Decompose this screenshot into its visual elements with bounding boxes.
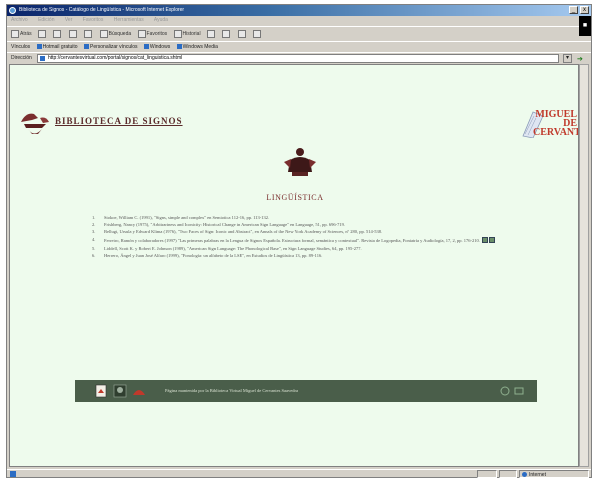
discuss-icon (253, 29, 262, 38)
cervantes-logo-text: MIGUEL DE CERVANTES (533, 109, 578, 138)
go-arrow-icon[interactable]: ➔ (577, 55, 583, 63)
refresh-button[interactable] (68, 27, 78, 41)
ie-page-icon (10, 471, 16, 477)
minimize-button[interactable]: _ (569, 6, 578, 14)
windows-logo-icon: ■ (579, 16, 591, 36)
history-button[interactable]: Historial (173, 27, 201, 41)
ie-page-icon (36, 44, 42, 50)
search-icon (99, 29, 108, 38)
home-button[interactable] (84, 27, 93, 41)
edit-icon (237, 29, 246, 38)
zoom-icon[interactable] (481, 236, 488, 243)
signs-hands-logo-icon[interactable] (18, 106, 52, 140)
forward-arrow-icon (38, 29, 47, 38)
page-icon (40, 56, 45, 61)
home-icon[interactable] (500, 386, 510, 396)
section-title: LINGÜÍSTICA (266, 193, 324, 202)
reference-text[interactable]: Bellugi, Ursula y Edward Klima (1976), "… (104, 229, 382, 234)
mail-icon[interactable] (514, 386, 524, 396)
history-icon (173, 29, 182, 38)
document-icon[interactable] (488, 236, 495, 243)
ie-page-icon (143, 44, 149, 50)
link-personalizar[interactable]: Personalizar vínculos (83, 42, 138, 52)
home-icon (84, 29, 93, 38)
reference-text[interactable]: Ferreiro, Ramón y colaboradores (1997) "… (104, 238, 480, 243)
list-item: 3. Bellugi, Ursula y Edward Klima (1976),… (92, 229, 383, 235)
footer-bar: Página mantenida por la Biblioteca Virtu… (75, 380, 537, 402)
cervantes-logo[interactable]: MIGUEL DE CERVANTES (521, 106, 578, 140)
security-zone: Internet (519, 470, 589, 478)
menu-herramientas[interactable]: Herramientas (114, 17, 144, 23)
status-bar: Internet (7, 469, 591, 478)
page-content: BIBLIOTECA DE SIGNOS MIGUEL DE CERVANTES… (9, 64, 579, 467)
mail-icon (206, 29, 215, 38)
status-segment (499, 470, 517, 478)
window-title: Biblioteca de Signos - Catálogo de Lingü… (19, 7, 185, 13)
forward-button[interactable] (38, 27, 47, 41)
signing-figure-icon (284, 148, 316, 176)
ie-icon (9, 7, 16, 14)
document-icon[interactable] (94, 384, 108, 398)
links-label: Vínculos (11, 44, 31, 50)
list-item: 5. Liddell, Scott K. y Robert E. Johnson … (92, 245, 362, 251)
close-button[interactable]: x (580, 6, 589, 14)
list-item: 2. Frishberg, Nancy (1975), "Arbitrarines… (92, 222, 346, 228)
edit-button[interactable] (237, 27, 247, 41)
site-title-link[interactable]: BIBLIOTECA DE SIGNOS (55, 116, 183, 126)
reference-text[interactable]: Liddell, Scott K. y Robert E. Johnson (1… (104, 246, 362, 251)
link-windows[interactable]: Windows (143, 42, 170, 52)
stop-button[interactable] (53, 27, 62, 41)
reference-text[interactable]: Frishberg, Nancy (1975), "Arbitrariness … (104, 222, 345, 227)
print-icon (222, 29, 231, 38)
address-bar: Dirección http://cervantesvirtual.com/po… (7, 52, 591, 63)
mail-button[interactable] (206, 27, 216, 41)
address-label: Dirección (11, 55, 32, 61)
standard-toolbar: Atrás Búsqueda Favoritos Historial (7, 26, 579, 40)
list-item: 4. Ferreiro, Ramón y colaboradores (1997)… (92, 236, 532, 245)
back-arrow-icon (11, 29, 19, 38)
star-icon (137, 29, 146, 38)
stop-icon (53, 29, 62, 38)
reference-text[interactable]: Herrero, Ángel y Juan José Alfaro (1999)… (104, 253, 322, 258)
address-input[interactable]: http://cervantesvirtual.com/portal/signo… (37, 54, 559, 63)
link-windows-media[interactable]: Windows Media (176, 42, 218, 52)
menu-archivo[interactable]: Archivo (11, 17, 28, 23)
status-segment (477, 470, 497, 478)
menu-edicion[interactable]: Edición (38, 17, 54, 23)
back-button[interactable]: Atrás (11, 27, 32, 41)
refresh-icon (68, 29, 77, 38)
gallery-icon[interactable] (113, 384, 127, 398)
browser-window: Biblioteca de Signos - Catálogo de Lingü… (6, 4, 592, 478)
discuss-button[interactable] (253, 27, 262, 41)
print-button[interactable] (222, 27, 231, 41)
address-url: http://cervantesvirtual.com/portal/signo… (48, 55, 183, 61)
signs-logo-icon[interactable] (132, 384, 146, 398)
vertical-scrollbar[interactable] (579, 64, 589, 467)
reference-tools (481, 236, 496, 245)
favorites-button[interactable]: Favoritos (137, 27, 167, 41)
reference-text[interactable]: Stokoe, William C. (1991), "Signs, simpl… (104, 215, 269, 220)
search-button[interactable]: Búsqueda (99, 27, 131, 41)
menu-bar: Archivo Edición Ver Favoritos Herramient… (7, 16, 591, 25)
list-item: 1. Stokoe, William C. (1991), "Signs, sim… (92, 215, 270, 220)
link-hotmail[interactable]: Hotmail gratuito (36, 42, 78, 52)
menu-favoritos[interactable]: Favoritos (83, 17, 104, 23)
footer-text: Página mantenida por la Biblioteca Virtu… (165, 388, 298, 393)
menu-ayuda[interactable]: Ayuda (154, 17, 168, 23)
links-bar: Vínculos Hotmail gratuito Personalizar v… (7, 41, 591, 51)
ie-page-icon (176, 44, 182, 50)
address-dropdown-button[interactable]: ▾ (563, 54, 572, 63)
references-list: 1. Stokoe, William C. (1991), "Signs, sim… (92, 215, 532, 260)
ie-page-icon (83, 44, 89, 50)
globe-icon (522, 472, 527, 477)
list-item: 6. Herrero, Ángel y Juan José Alfaro (199… (92, 253, 323, 259)
menu-ver[interactable]: Ver (65, 17, 73, 23)
title-bar: Biblioteca de Signos - Catálogo de Lingü… (7, 5, 591, 16)
